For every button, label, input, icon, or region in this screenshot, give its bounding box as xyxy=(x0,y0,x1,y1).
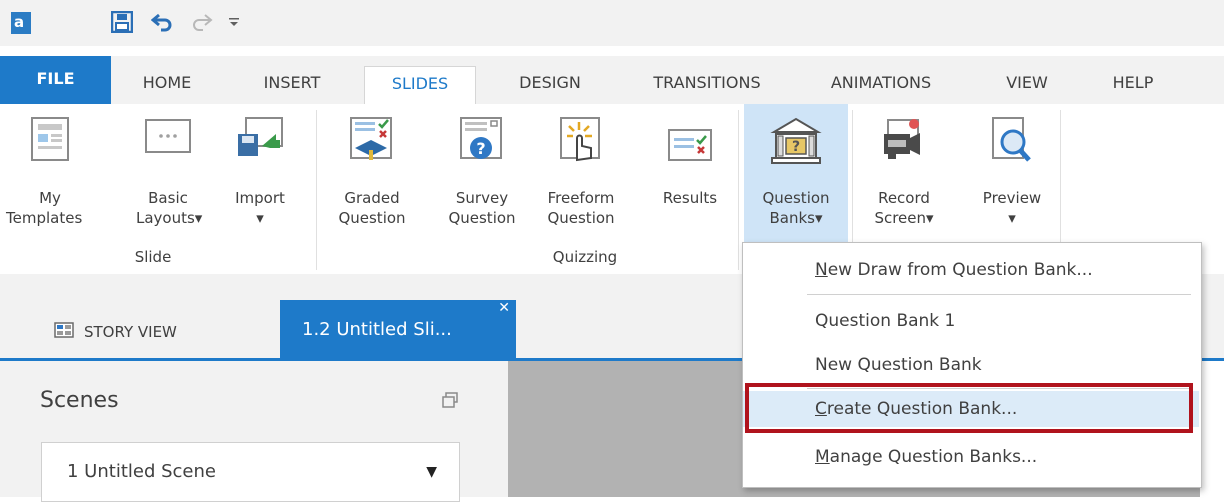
restore-panel-icon[interactable] xyxy=(442,392,458,408)
save-icon[interactable] xyxy=(108,8,136,36)
question-banks-menu: New Draw from Question Bank... Question … xyxy=(742,242,1202,488)
svg-text:?: ? xyxy=(476,139,485,158)
preview-label-1: Preview xyxy=(982,189,1042,207)
freeform-question-label-2: Question xyxy=(547,209,615,227)
my-templates-label-1: My xyxy=(39,189,61,207)
preview-magnifier-icon xyxy=(989,116,1035,173)
menu-item-new-question-bank[interactable]: New Question Bank xyxy=(743,347,1199,383)
freeform-question-button[interactable]: Freeform Question xyxy=(540,104,622,244)
graded-question-label-2: Question xyxy=(338,209,406,227)
quizzing-group-label: Quizzing xyxy=(552,248,618,266)
results-label: Results xyxy=(662,189,718,207)
story-view-icon xyxy=(54,322,84,342)
app-logo-icon[interactable]: a xyxy=(11,12,31,34)
question-banks-label-1: Question xyxy=(762,189,830,207)
question-banks-label-2: Banks▾ xyxy=(769,209,823,227)
ribbon-separator xyxy=(316,110,317,270)
import-label-2: ▾ xyxy=(256,209,264,227)
tab-slides[interactable]: SLIDES xyxy=(364,66,476,104)
tab-slide-1-2[interactable]: 1.2 Untitled Sli... ✕ xyxy=(280,300,516,360)
tab-design[interactable]: DESIGN xyxy=(500,66,600,104)
layouts-icon xyxy=(144,116,192,161)
menu-item-label: anage Question Banks... xyxy=(829,447,1038,467)
ribbon-separator xyxy=(738,110,739,270)
record-screen-label-1: Record xyxy=(878,189,930,207)
slide-group-label: Slide xyxy=(134,248,172,266)
freeform-question-icon xyxy=(559,116,603,169)
my-templates-button[interactable]: My Templates xyxy=(6,104,82,244)
scene-dropdown-value: 1 Untitled Scene xyxy=(67,461,216,482)
graded-question-label-1: Graded xyxy=(344,189,400,207)
customize-qat-icon[interactable] xyxy=(224,8,244,36)
tab-view[interactable]: VIEW xyxy=(992,66,1062,104)
menu-item-label: New Question Bank xyxy=(815,355,982,375)
menu-item-manage-question-banks[interactable]: Manage Question Banks... xyxy=(743,439,1199,475)
preview-button[interactable]: Preview ▾ xyxy=(974,104,1050,244)
menu-item-label: ew Draw from Question Bank... xyxy=(827,260,1093,280)
results-button[interactable]: Results xyxy=(650,104,730,244)
close-icon[interactable]: ✕ xyxy=(498,278,510,338)
templates-icon xyxy=(30,116,70,167)
redo-icon[interactable] xyxy=(188,8,216,36)
canvas-margin xyxy=(1200,361,1224,497)
question-banks-button[interactable]: ? Question Banks▾ xyxy=(744,104,848,244)
title-bar: a xyxy=(0,0,1224,46)
results-icon xyxy=(667,128,713,167)
tab-animations[interactable]: ANIMATIONS xyxy=(806,66,956,104)
ribbon-tab-bar: FILE HOME INSERT SLIDES DESIGN TRANSITIO… xyxy=(0,56,1224,104)
tab-home[interactable]: HOME xyxy=(126,66,208,104)
survey-question-icon: ? xyxy=(459,116,505,169)
survey-question-label-2: Question xyxy=(448,209,516,227)
tab-insert[interactable]: INSERT xyxy=(244,66,340,104)
undo-icon[interactable] xyxy=(148,8,176,36)
menu-item-label: reate Question Bank... xyxy=(826,399,1018,419)
my-templates-label-2: Templates xyxy=(6,209,83,227)
scenes-title: Scenes xyxy=(40,388,119,413)
survey-question-button[interactable]: ? Survey Question xyxy=(446,104,518,244)
tab-transitions[interactable]: TRANSITIONS xyxy=(628,66,786,104)
slide-tab-label: 1.2 Untitled Sli... xyxy=(302,319,452,340)
tab-help[interactable]: HELP xyxy=(1098,66,1168,104)
preview-label-2: ▾ xyxy=(1008,209,1016,227)
graded-question-icon xyxy=(349,116,395,169)
basic-layouts-label-1: Basic xyxy=(148,189,188,207)
access-key-c: C xyxy=(815,399,827,419)
svg-text:?: ? xyxy=(792,139,800,155)
tab-story-view[interactable]: STORY VIEW xyxy=(54,317,177,347)
record-screen-label-2: Screen▾ xyxy=(874,209,934,227)
bank-building-icon: ? xyxy=(770,116,822,171)
graded-question-button[interactable]: Graded Question xyxy=(338,104,406,244)
menu-item-label: Question Bank 1 xyxy=(815,311,956,331)
scene-dropdown[interactable]: 1 Untitled Scene ▼ xyxy=(41,442,460,502)
menu-separator xyxy=(807,388,1191,389)
import-icon xyxy=(236,116,284,165)
access-key-m: M xyxy=(815,447,830,467)
record-camera-icon xyxy=(880,116,928,167)
menu-item-create-question-bank[interactable]: Create Question Bank... xyxy=(743,391,1199,427)
basic-layouts-label-2: Layouts▾ xyxy=(136,209,203,227)
tab-file[interactable]: FILE xyxy=(0,56,111,104)
import-button[interactable]: Import ▾ xyxy=(230,104,290,244)
menu-item-new-draw[interactable]: New Draw from Question Bank... xyxy=(743,252,1199,288)
record-screen-button[interactable]: Record Screen▾ xyxy=(866,104,942,244)
access-key-n: N xyxy=(815,260,828,280)
chevron-down-icon: ▼ xyxy=(426,464,437,480)
survey-question-label-1: Survey xyxy=(455,189,509,207)
import-label-1: Import xyxy=(235,189,285,207)
menu-separator xyxy=(807,294,1191,295)
basic-layouts-button[interactable]: Basic Layouts▾ xyxy=(136,104,203,244)
menu-item-question-bank-1[interactable]: Question Bank 1 xyxy=(743,303,1199,339)
freeform-question-label-1: Freeform xyxy=(547,189,615,207)
story-view-label: STORY VIEW xyxy=(84,323,177,341)
